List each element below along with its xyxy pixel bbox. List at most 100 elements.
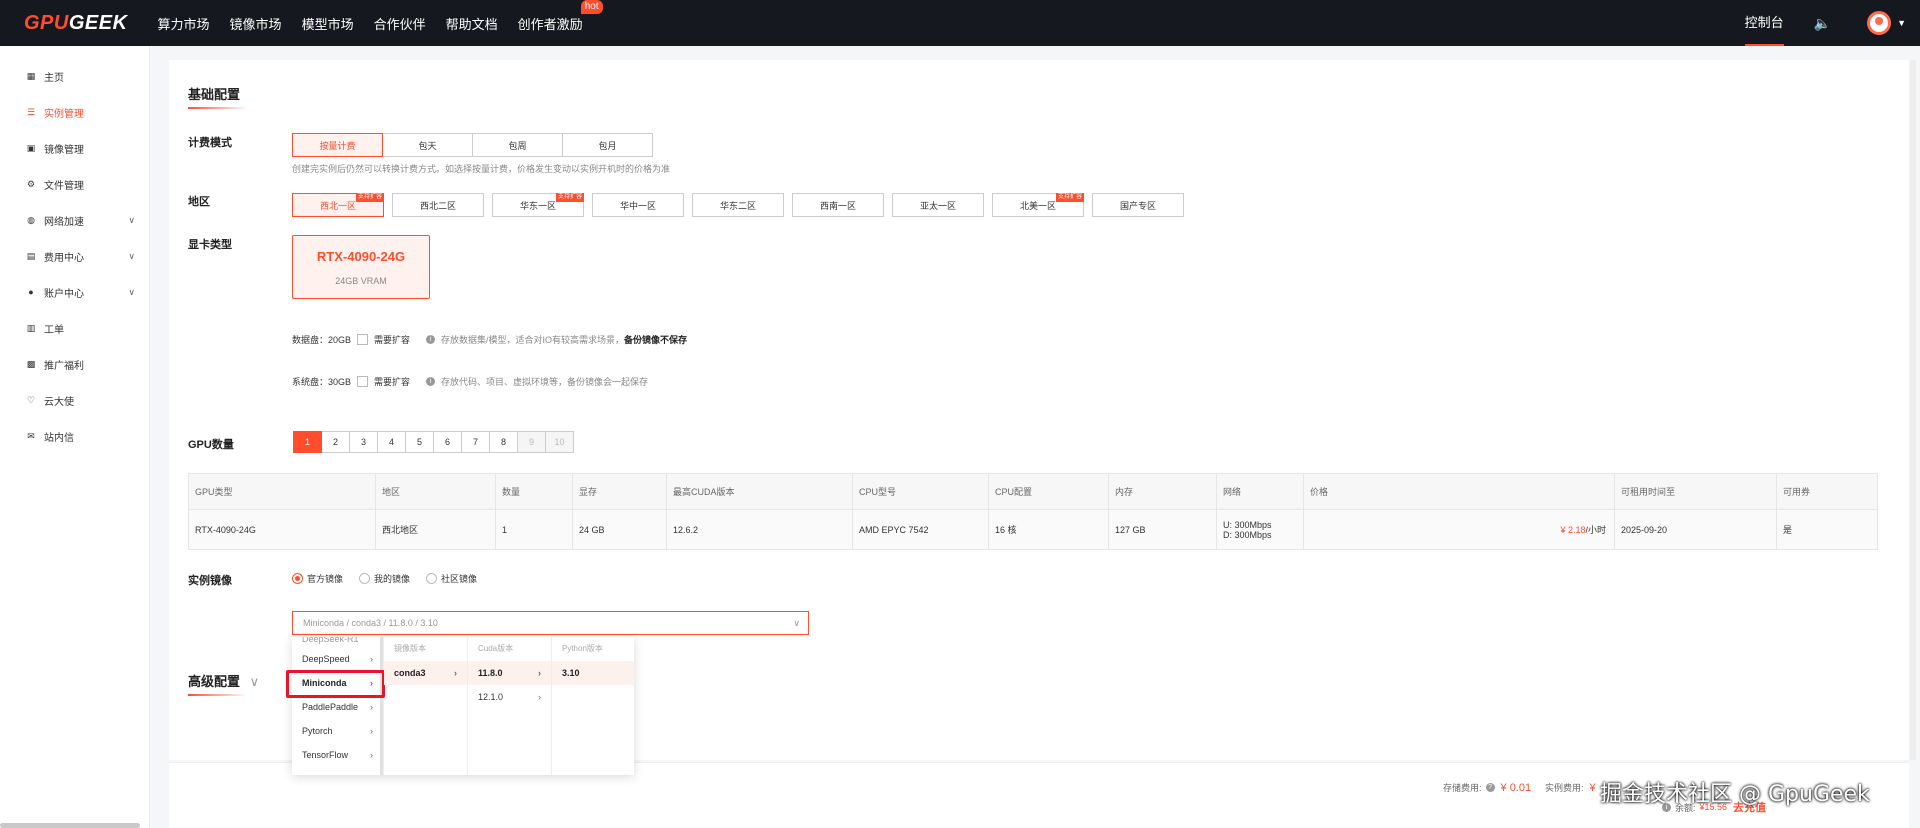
radio-official-image[interactable]: 官方镜像 (292, 572, 343, 585)
cascader-item-cuda-12-1[interactable]: 12.1.0 › (468, 685, 551, 709)
region-domestic[interactable]: 国产专区 (1092, 193, 1184, 217)
radio-my-image[interactable]: 我的镜像 (359, 572, 410, 585)
cell-cpu: AMD EPYC 7542 (852, 509, 989, 550)
sidebar-item-home[interactable]: ▦ 主页 (0, 58, 149, 94)
cascader-item-conda3[interactable]: conda3 › (384, 661, 467, 685)
region-northwest-1[interactable]: 西北一区 支持扩容 (292, 193, 384, 217)
nav-partners[interactable]: 合作伙伴 (374, 14, 426, 33)
section-advanced-config[interactable]: 高级配置 ∨ (188, 671, 259, 696)
gpu-count-5[interactable]: 5 (405, 431, 434, 453)
gpu-count-7[interactable]: 7 (461, 431, 490, 453)
cell-count: 1 (495, 509, 573, 550)
cascader-item-tensorflow[interactable]: TensorFlow › (292, 743, 383, 767)
cascader-item-cuda-11-8[interactable]: 11.8.0 › (468, 661, 551, 685)
gpu-count-3[interactable]: 3 (349, 431, 378, 453)
gpu-count-8[interactable]: 8 (489, 431, 518, 453)
sidebar-item-messages[interactable]: ✉ 站内信 (0, 418, 149, 454)
cell-cuda: 12.6.2 (666, 509, 853, 550)
cell-network: U: 300Mbps D: 300Mbps (1216, 509, 1304, 550)
billing-option-daily[interactable]: 包天 (382, 133, 473, 157)
cascader-col-head: 镜像版本 (394, 644, 426, 653)
gpu-count-4[interactable]: 4 (377, 431, 406, 453)
main-content: 基础配置 计费模式 按量计费 包天 包周 包月 创建完实例后仍然可以转换计费方式… (169, 60, 1909, 775)
logo[interactable]: GPUGEEK (24, 12, 128, 35)
sidebar-scrollbar[interactable] (0, 823, 140, 828)
cascader-framework-column: DeepSeek-R1 DeepSpeed › Miniconda › Paddle… (286, 637, 385, 775)
table-header: 显存 (572, 473, 667, 510)
cascader-col-head: Cuda版本 (478, 644, 514, 653)
gpu-count-1[interactable]: 1 (293, 431, 322, 453)
region-asia-pacific-1[interactable]: 亚太一区 (892, 193, 984, 217)
radio-community-image[interactable]: 社区镜像 (426, 572, 477, 585)
cascader-item-paddlepaddle[interactable]: PaddlePaddle › (292, 695, 383, 719)
nav-compute-market[interactable]: 算力市场 (158, 14, 210, 33)
sidebar-item-instances[interactable]: ☰ 实例管理 (0, 94, 149, 130)
console-link[interactable]: 控制台 (1744, 0, 1784, 46)
page-scrollbar[interactable] (1910, 60, 1916, 760)
cascader-scrollbar[interactable] (380, 637, 383, 775)
chevron-down-icon: ∨ (128, 250, 135, 261)
gpu-count-2[interactable]: 2 (321, 431, 350, 453)
sidebar-item-billing[interactable]: ▤ 费用中心 ∨ (0, 238, 149, 274)
cell-region: 西北地区 (375, 509, 496, 550)
chevron-down-icon: ∨ (793, 618, 800, 628)
system-expand-checkbox[interactable] (357, 376, 369, 387)
region-northwest-2[interactable]: 西北二区 (392, 193, 484, 217)
expand-tag: 支持扩容 (555, 193, 584, 202)
nav-model-market[interactable]: 模型市场 (302, 14, 354, 33)
cell-rent-until: 2025-09-20 (1614, 509, 1777, 550)
gpu-spec-table: GPU类型 地区 数量 显存 最高CUDA版本 CPU型号 CPU配置 内存 网… (188, 473, 1878, 550)
table-header: 最高CUDA版本 (666, 473, 853, 510)
billing-options: 按量计费 包天 包周 包月 (292, 133, 653, 157)
sidebar-item-network[interactable]: ◍ 网络加速 ∨ (0, 202, 149, 238)
region-southwest-1[interactable]: 西南一区 (792, 193, 884, 217)
speaker-icon[interactable]: 🔈 (1814, 15, 1831, 32)
region-central-1[interactable]: 华中一区 (592, 193, 684, 217)
cell-gpu: RTX-4090-24G (188, 509, 376, 550)
data-disk-row: 数据盘：20GB 需要扩容 i 存放数据集/模型，适合对IO有较高需求场景， 备… (292, 333, 687, 346)
info-icon: i (426, 335, 436, 344)
billing-option-monthly[interactable]: 包月 (562, 133, 653, 157)
region-east-2[interactable]: 华东二区 (692, 193, 784, 217)
region-east-1[interactable]: 华东一区 支持扩容 (492, 193, 584, 217)
wallet-icon: ▤ (26, 250, 36, 261)
cascader-item-deepseek[interactable]: DeepSeek-R1 (292, 637, 383, 647)
table-header: 数量 (495, 473, 573, 510)
nav-creator-incentive[interactable]: 创作者激励 hot (518, 0, 603, 33)
gpu-card-rtx4090[interactable]: RTX-4090-24G 24GB VRAM (292, 235, 430, 299)
gpu-count-options: 1 2 3 4 5 6 7 8 9 10 (293, 431, 574, 453)
grid-icon: ▦ (26, 70, 36, 81)
cascader-item-deepspeed[interactable]: DeepSpeed › (292, 647, 383, 671)
gpu-vram: 24GB VRAM (335, 276, 387, 286)
data-expand-checkbox[interactable] (357, 334, 369, 345)
nav-image-market[interactable]: 镜像市场 (230, 14, 282, 33)
gpu-name: RTX-4090-24G (316, 249, 406, 264)
caret-down-icon[interactable]: ▼ (1897, 18, 1906, 28)
gpu-count-6[interactable]: 6 (433, 431, 462, 453)
sidebar-item-promotion[interactable]: ▩ 推广福利 (0, 346, 149, 382)
sidebar-item-tickets[interactable]: ▥ 工单 (0, 310, 149, 346)
cascader-col-head: Python版本 (562, 644, 603, 653)
billing-option-hourly[interactable]: 按量计费 (292, 133, 383, 157)
table-header-row: GPU类型 地区 数量 显存 最高CUDA版本 CPU型号 CPU配置 内存 网… (188, 473, 1878, 510)
sidebar-item-files[interactable]: ⚙ 文件管理 (0, 166, 149, 202)
chevron-down-icon: ∨ (128, 214, 135, 225)
info-icon: ? (1485, 783, 1495, 792)
avatar[interactable] (1867, 11, 1892, 35)
cascader-item-python-3-10[interactable]: 3.10 (552, 661, 634, 685)
cascader-item-pytorch[interactable]: Pytorch › (292, 719, 383, 743)
data-disk-size: 数据盘：20GB (292, 335, 352, 345)
cell-vram: 24 GB (572, 509, 667, 550)
billing-option-weekly[interactable]: 包周 (472, 133, 563, 157)
sidebar-item-account[interactable]: ● 账户中心 ∨ (0, 274, 149, 310)
region-north-america-1[interactable]: 北美一区 支持扩容 (992, 193, 1084, 217)
sidebar-item-ambassador[interactable]: ♡ 云大使 (0, 382, 149, 418)
sidebar-item-images[interactable]: ▣ 镜像管理 (0, 130, 149, 166)
table-row: RTX-4090-24G 西北地区 1 24 GB 12.6.2 AMD EPY… (188, 509, 1878, 550)
nav-help-docs[interactable]: 帮助文档 (446, 14, 498, 33)
system-disk-hint: 存放代码、项目、虚拟环境等，备份镜像会一起保存 (441, 377, 649, 387)
image-select[interactable]: Miniconda / conda3 / 11.8.0 / 3.10 ∨ (292, 611, 809, 635)
table-header: GPU类型 (188, 473, 376, 510)
cell-cpu-config: 16 核 (988, 509, 1109, 550)
expand-tag: 支持扩容 (355, 193, 384, 202)
